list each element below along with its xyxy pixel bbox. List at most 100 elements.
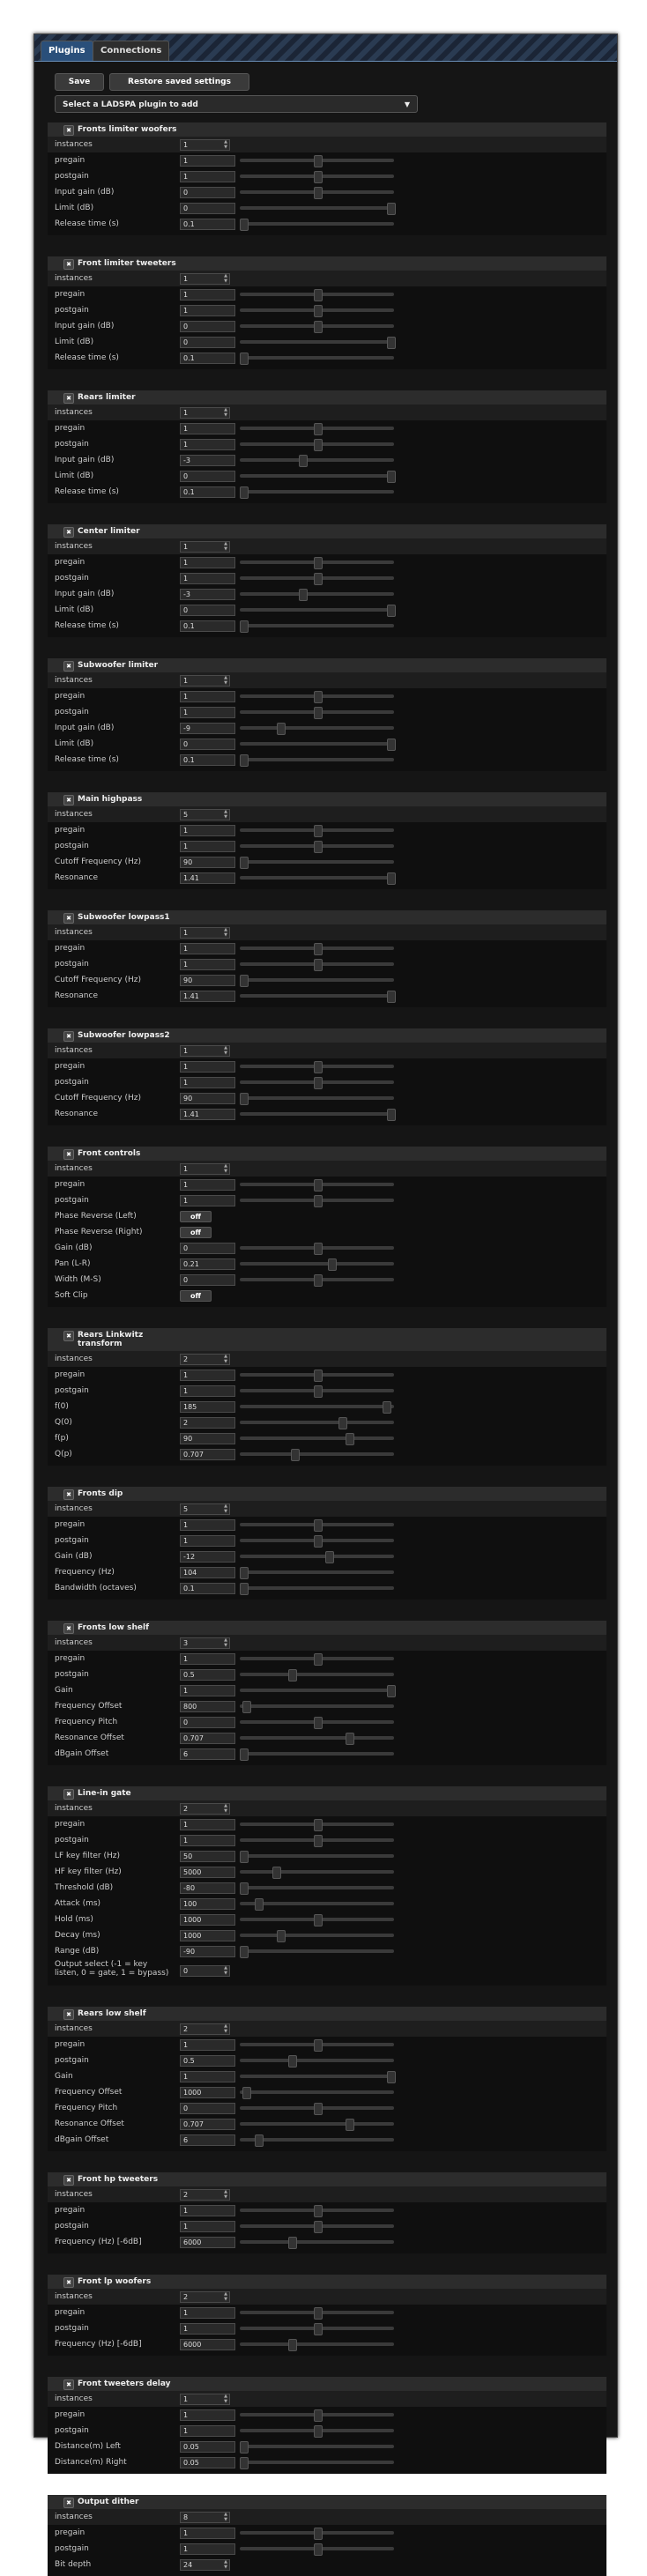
slider-thumb[interactable] [346,2119,355,2131]
tab-connections[interactable]: Connections [93,41,170,61]
param-value-field[interactable]: 6000 [180,2339,235,2350]
param-value-field[interactable]: 0 [180,1717,235,1728]
spinner-arrows-icon[interactable]: ▲ ▼ [224,1503,227,1514]
toggle-button[interactable]: off [180,1227,212,1238]
param-value-field[interactable]: 0 [180,2103,235,2114]
number-spinner[interactable]: 3 ▲ ▼ [180,1637,230,1649]
number-spinner[interactable]: 0 ▲ ▼ [180,1965,230,1977]
param-slider[interactable] [240,589,394,601]
param-value-field[interactable]: 0 [180,1274,235,1286]
close-icon[interactable]: ✖ [63,393,74,404]
param-value-field[interactable]: -80 [180,1882,235,1894]
param-value-field[interactable]: 1 [180,2205,235,2216]
slider-thumb[interactable] [298,589,308,601]
param-value-field[interactable]: 0 [180,1243,235,1254]
param-value-field[interactable]: 1 [180,825,235,836]
slider-thumb[interactable] [387,337,396,349]
param-value-field[interactable]: -3 [180,455,235,466]
param-slider[interactable] [240,1867,394,1879]
slider-thumb[interactable] [313,2528,323,2540]
param-slider[interactable] [240,2457,394,2469]
param-value-field[interactable]: 1 [180,2221,235,2232]
param-slider[interactable] [240,959,394,971]
spinner-arrows-icon[interactable]: ▲ ▼ [224,273,227,284]
param-value-field[interactable]: 1 [180,1835,235,1846]
slider-thumb[interactable] [254,1898,264,1911]
param-slider[interactable] [240,471,396,483]
param-value-field[interactable]: 1.41 [180,1109,235,1120]
param-value-field[interactable]: 5000 [180,1867,235,1878]
number-spinner[interactable]: 1 ▲ ▼ [180,273,230,285]
slider-thumb[interactable] [298,455,308,467]
param-slider[interactable] [240,1519,394,1532]
slider-thumb[interactable] [313,1370,323,1382]
param-slider[interactable] [240,975,394,987]
slider-thumb[interactable] [240,353,249,365]
slider-thumb[interactable] [346,1733,355,1745]
param-slider[interactable] [240,2307,394,2320]
param-value-field[interactable]: 1 [180,2323,235,2335]
param-slider[interactable] [240,557,394,569]
slider-thumb[interactable] [240,2441,249,2454]
slider-thumb[interactable] [324,1551,334,1563]
param-value-field[interactable]: 1 [180,1535,235,1547]
number-spinner[interactable]: 2 ▲ ▼ [180,1354,230,1365]
param-value-field[interactable]: 1000 [180,1914,235,1926]
slider-thumb[interactable] [240,1882,249,1895]
number-spinner[interactable]: 1 ▲ ▼ [180,407,230,419]
param-slider[interactable] [240,1653,394,1666]
param-slider[interactable] [240,872,396,885]
close-icon[interactable]: ✖ [63,2277,74,2288]
param-value-field[interactable]: 1.41 [180,872,235,884]
slider-thumb[interactable] [313,2425,323,2438]
param-value-field[interactable]: 1 [180,1653,235,1665]
param-value-field[interactable]: 0.1 [180,1583,235,1594]
param-value-field[interactable]: 1 [180,305,235,316]
param-slider[interactable] [240,2323,394,2335]
param-slider[interactable] [240,1535,394,1548]
slider-thumb[interactable] [313,1535,323,1548]
close-icon[interactable]: ✖ [63,1489,74,1500]
spinner-arrows-icon[interactable]: ▲ ▼ [224,809,227,820]
slider-thumb[interactable] [271,1867,281,1879]
slider-thumb[interactable] [288,1669,298,1681]
number-spinner[interactable]: 5 ▲ ▼ [180,1503,230,1515]
slider-thumb[interactable] [313,1077,323,1089]
slider-thumb[interactable] [240,620,249,633]
param-value-field[interactable]: 1 [180,423,235,434]
slider-thumb[interactable] [288,2055,298,2067]
slider-thumb[interactable] [313,1061,323,1073]
close-icon[interactable]: ✖ [63,2175,74,2186]
param-value-field[interactable]: 1 [180,1519,235,1531]
slider-thumb[interactable] [313,2323,323,2335]
param-value-field[interactable]: 1 [180,691,235,702]
toggle-button[interactable]: off [180,1211,212,1222]
slider-thumb[interactable] [240,1946,249,1958]
param-slider[interactable] [240,1243,394,1255]
param-slider[interactable] [240,1819,394,1831]
param-slider[interactable] [240,1882,394,1895]
param-slider[interactable] [240,2055,394,2067]
param-slider[interactable] [240,1401,394,1414]
param-slider[interactable] [240,1567,394,1579]
spinner-arrows-icon[interactable]: ▲ ▼ [224,1163,227,1174]
slider-thumb[interactable] [346,1433,355,1445]
param-value-field[interactable]: 1 [180,155,235,167]
param-value-field[interactable]: -3 [180,589,235,600]
slider-thumb[interactable] [382,1401,391,1414]
param-slider[interactable] [240,841,394,853]
param-value-field[interactable]: 1 [180,439,235,450]
param-value-field[interactable]: 1 [180,2528,235,2539]
slider-thumb[interactable] [313,1195,323,1207]
param-slider[interactable] [240,2221,394,2233]
param-value-field[interactable]: 100 [180,1898,235,1910]
param-slider[interactable] [240,1946,394,1958]
param-slider[interactable] [240,1898,394,1911]
param-value-field[interactable]: 1 [180,841,235,852]
slider-thumb[interactable] [240,1748,249,1761]
param-slider[interactable] [240,1385,394,1398]
param-slider[interactable] [240,1093,394,1105]
param-slider[interactable] [240,707,394,719]
param-value-field[interactable]: 1 [180,2307,235,2319]
slider-thumb[interactable] [313,439,323,451]
